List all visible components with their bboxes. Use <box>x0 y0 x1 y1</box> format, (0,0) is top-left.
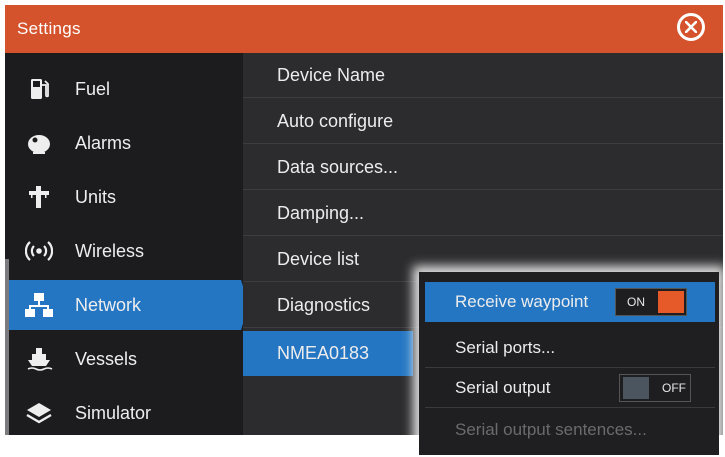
list-item-label: Auto configure <box>277 111 394 131</box>
window-title: Settings <box>17 19 81 38</box>
list-item-label: Diagnostics <box>277 295 371 315</box>
sidebar-item-label: Units <box>75 187 117 207</box>
popup-item-serial-output[interactable]: Serial output OFF <box>425 368 715 408</box>
ruler-units-icon <box>29 186 49 208</box>
list-item-label: Device Name <box>277 65 386 85</box>
list-item-nmea0183[interactable]: NMEA0183 <box>243 331 413 376</box>
popup-item-receive-waypoint[interactable]: Receive waypoint ON <box>425 282 715 322</box>
receive-waypoint-toggle[interactable]: ON <box>615 288 687 316</box>
sidebar-item-network[interactable]: Network <box>5 280 249 330</box>
list-item-label: Device list <box>277 249 360 269</box>
sidebar-item-label: Network <box>75 295 142 315</box>
alarm-bell-icon <box>28 135 50 154</box>
list-item-label: Damping... <box>277 203 365 223</box>
popup-item-label: Serial output <box>455 378 551 397</box>
sidebar-item-wireless[interactable]: Wireless <box>5 226 243 276</box>
network-icon <box>25 293 53 317</box>
toggle-state-label: OFF <box>662 381 686 395</box>
toggle-knob <box>658 291 684 313</box>
popup-item-label: Serial ports... <box>455 338 556 357</box>
sidebar-item-vessels[interactable]: Vessels <box>5 334 243 384</box>
vessels-icon <box>27 348 53 371</box>
close-icon <box>685 21 697 33</box>
sidebar-item-alarms[interactable]: Alarms <box>5 118 243 168</box>
popup-item-serial-output-sentences: Serial output sentences... <box>425 410 715 450</box>
wireless-icon <box>25 241 53 261</box>
sidebar-item-label: Simulator <box>75 403 152 423</box>
sidebar-item-label: Fuel <box>75 79 111 99</box>
list-item-device-name[interactable]: Device Name <box>243 53 723 98</box>
nmea0183-popup-menu: Receive waypoint ON Serial ports... Seri… <box>419 272 719 455</box>
list-item-label: Data sources... <box>277 157 399 177</box>
fuel-pump-icon <box>31 79 49 99</box>
sidebar-item-fuel[interactable]: Fuel <box>5 64 243 114</box>
popup-item-serial-ports[interactable]: Serial ports... <box>425 328 715 368</box>
list-item-label: NMEA0183 <box>277 343 370 363</box>
sidebar-item-label: Wireless <box>75 241 145 261</box>
toggle-knob <box>623 377 649 399</box>
close-button[interactable] <box>677 13 705 41</box>
popup-item-label: Receive waypoint <box>455 292 589 311</box>
list-item-damping[interactable]: Damping... <box>243 191 723 236</box>
list-item-auto-configure[interactable]: Auto configure <box>243 99 723 144</box>
serial-output-toggle[interactable]: OFF <box>619 374 691 402</box>
sidebar-item-label: Vessels <box>75 349 138 369</box>
toggle-state-label: ON <box>627 295 645 309</box>
sidebar-item-simulator[interactable]: Simulator <box>5 388 243 435</box>
sidebar-item-units[interactable]: Units <box>5 172 243 222</box>
sidebar-item-label: Alarms <box>75 133 132 153</box>
popup-item-label: Serial output sentences... <box>455 420 647 439</box>
title-bar: Settings <box>5 5 723 53</box>
list-item-data-sources[interactable]: Data sources... <box>243 145 723 190</box>
sidebar-scrollbar[interactable] <box>5 259 9 435</box>
settings-sidebar: Fuel Alarms Units Wireless Network Vesse… <box>5 53 249 435</box>
simulator-layers-icon <box>26 403 52 424</box>
